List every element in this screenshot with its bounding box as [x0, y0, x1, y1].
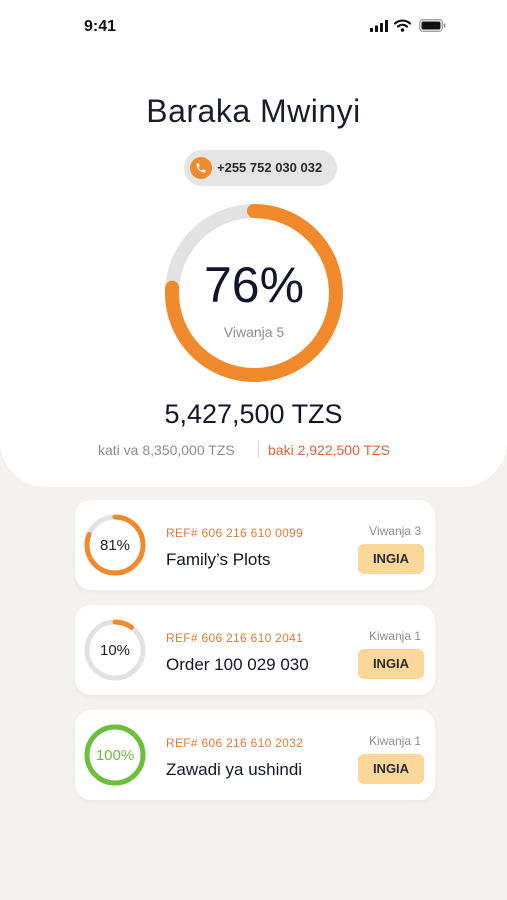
status-bar: 9:41 [0, 0, 507, 56]
plot-count: Kiwanja 1 [368, 734, 421, 748]
amount-total: kati va 8,350,000 TZS [98, 442, 235, 458]
wifi-icon [394, 19, 411, 32]
phone-number: +255 752 030 032 [217, 160, 323, 175]
plot-progress-ring: 100% [83, 723, 147, 787]
plot-card[interactable]: 10% REF# 606 216 610 2041 Order 100 029 … [75, 605, 435, 695]
plot-percent: 10% [99, 642, 131, 659]
plot-name: Order 100 029 030 [166, 655, 309, 674]
signal-icon [370, 20, 388, 32]
plot-percent: 100% [95, 747, 135, 764]
user-name: Baraka Mwinyi [146, 93, 361, 129]
enter-button[interactable]: INGIA [358, 754, 424, 784]
plot-name: Family’s Plots [166, 550, 271, 569]
plot-percent: 81% [99, 537, 131, 554]
plots-count: Viwanja 5 [223, 324, 285, 340]
plot-card[interactable]: 100% REF# 606 216 610 2032 Zawadi ya ush… [75, 710, 435, 800]
overall-progress-percent: 76% [203, 257, 305, 313]
plot-progress-ring: 81% [83, 513, 147, 577]
amount-divider [258, 440, 259, 458]
phone-icon [190, 157, 212, 179]
overall-progress-ring: 76% Viwanja 5 [161, 200, 347, 386]
plot-progress-ring: 10% [83, 618, 147, 682]
enter-button[interactable]: INGIA [358, 544, 424, 574]
plot-ref: REF# 606 216 610 2041 [166, 631, 304, 645]
plot-name: Zawadi ya ushindi [166, 760, 303, 779]
plot-ref: REF# 606 216 610 0099 [166, 526, 304, 540]
phone-pill[interactable]: +255 752 030 032 [184, 150, 337, 186]
status-time: 9:41 [84, 18, 117, 35]
amount-remaining: baki 2,922,500 TZS [268, 442, 390, 458]
plot-ref: REF# 606 216 610 2032 [166, 736, 304, 750]
amount-paid: 5,427,500 TZS [164, 399, 343, 429]
plot-count: Viwanja 3 [369, 524, 421, 538]
plot-count: Kiwanja 1 [368, 629, 421, 643]
enter-button[interactable]: INGIA [358, 649, 424, 679]
plot-card[interactable]: 81% REF# 606 216 610 0099 Family’s Plots… [75, 500, 435, 590]
battery-icon [419, 19, 446, 32]
